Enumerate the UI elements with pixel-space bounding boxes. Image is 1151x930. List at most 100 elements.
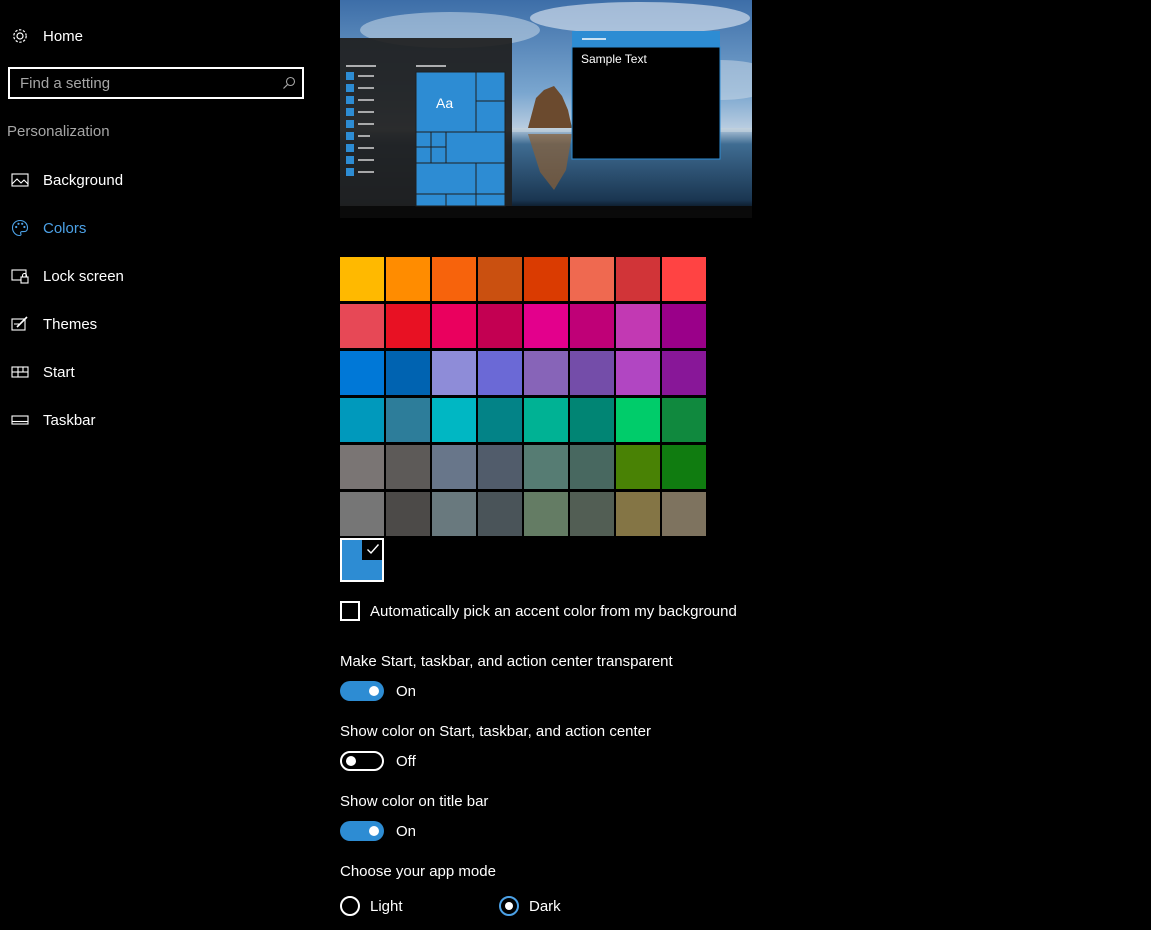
color-swatch[interactable] (432, 398, 476, 442)
transparency-label: Make Start, taskbar, and action center t… (340, 653, 673, 670)
search-input[interactable] (10, 69, 270, 97)
color-swatch[interactable] (570, 398, 614, 442)
color-swatch[interactable] (386, 257, 430, 301)
color-swatch[interactable] (524, 398, 568, 442)
color-swatch[interactable] (616, 304, 660, 348)
color-swatch[interactable] (432, 351, 476, 395)
dark-radio[interactable] (499, 896, 519, 916)
auto-accent-checkbox-row[interactable]: Automatically pick an accent color from … (340, 600, 737, 622)
preview-image (340, 0, 752, 218)
search-box[interactable] (8, 67, 304, 99)
sidebar: Home Personalization Background Colors (0, 0, 320, 930)
show-color-start-label: Show color on Start, taskbar, and action… (340, 723, 652, 740)
color-swatch[interactable] (432, 304, 476, 348)
color-swatch[interactable] (616, 257, 660, 301)
color-swatch[interactable] (570, 445, 614, 489)
color-swatch[interactable] (432, 257, 476, 301)
color-swatch[interactable] (524, 257, 568, 301)
color-swatch[interactable] (340, 304, 384, 348)
home-nav-item[interactable]: Home (11, 24, 83, 48)
preview-tile-text: Aa (436, 95, 454, 111)
app-mode-light-option[interactable]: Light (340, 895, 403, 917)
sidebar-item-taskbar[interactable]: Taskbar (11, 408, 96, 432)
show-color-start-toggle-row: Off (340, 751, 416, 771)
color-swatch[interactable] (478, 351, 522, 395)
preview-sample-text: Sample Text (581, 52, 647, 66)
title-bar-color-label: Show color on title bar (340, 793, 489, 810)
color-swatch[interactable] (570, 304, 614, 348)
sidebar-item-background[interactable]: Background (11, 168, 123, 192)
color-swatch[interactable] (524, 492, 568, 536)
transparency-toggle[interactable] (340, 681, 384, 701)
color-swatch[interactable] (662, 445, 706, 489)
color-swatch[interactable] (570, 492, 614, 536)
color-swatch[interactable] (478, 257, 522, 301)
selected-custom-color-swatch[interactable] (340, 538, 384, 582)
sidebar-item-label: Lock screen (43, 267, 124, 285)
theme-preview: Aa Sample Text (340, 0, 752, 218)
home-label: Home (43, 27, 84, 45)
color-swatch[interactable] (432, 445, 476, 489)
gear-icon (13, 29, 27, 43)
color-swatch[interactable] (662, 304, 706, 348)
color-swatch[interactable] (616, 398, 660, 442)
picture-icon (11, 173, 29, 187)
sidebar-item-label: Themes (43, 315, 98, 333)
color-swatch[interactable] (524, 445, 568, 489)
color-swatch[interactable] (340, 398, 384, 442)
color-swatch[interactable] (662, 398, 706, 442)
sidebar-item-colors[interactable]: Colors (11, 216, 86, 240)
color-swatch[interactable] (570, 257, 614, 301)
app-mode-dark-option[interactable]: Dark (499, 895, 561, 917)
color-swatch[interactable] (570, 351, 614, 395)
color-swatch[interactable] (478, 445, 522, 489)
color-swatch[interactable] (340, 445, 384, 489)
sidebar-item-themes[interactable]: Themes (11, 312, 97, 336)
auto-accent-label: Automatically pick an accent color from … (370, 602, 737, 620)
transparency-state: On (396, 682, 417, 700)
toggle-knob (369, 686, 379, 696)
color-swatch[interactable] (386, 351, 430, 395)
title-bar-color-state: On (396, 822, 417, 840)
color-swatch[interactable] (662, 492, 706, 536)
sidebar-item-label: Taskbar (43, 411, 96, 429)
transparency-toggle-row: On (340, 681, 416, 701)
color-swatch[interactable] (524, 304, 568, 348)
color-swatch[interactable] (386, 304, 430, 348)
palette-icon (11, 219, 29, 237)
taskbar-icon (11, 415, 29, 425)
title-bar-color-toggle-row: On (340, 821, 416, 841)
toggle-knob (369, 826, 379, 836)
color-swatch[interactable] (340, 351, 384, 395)
checkmark-icon (367, 544, 380, 555)
color-swatch[interactable] (662, 351, 706, 395)
color-swatch[interactable] (616, 492, 660, 536)
sidebar-item-start[interactable]: Start (11, 360, 75, 384)
color-swatch[interactable] (524, 351, 568, 395)
color-swatch[interactable] (478, 304, 522, 348)
app-mode-label: Choose your app mode (340, 863, 496, 880)
show-color-start-toggle[interactable] (340, 751, 384, 771)
color-swatch[interactable] (340, 257, 384, 301)
color-swatch[interactable] (616, 445, 660, 489)
color-swatch[interactable] (662, 257, 706, 301)
color-swatch[interactable] (432, 492, 476, 536)
sidebar-item-lock-screen[interactable]: Lock screen (11, 264, 124, 288)
color-swatch[interactable] (616, 351, 660, 395)
sidebar-item-label: Start (43, 363, 75, 381)
auto-accent-checkbox[interactable] (340, 601, 360, 621)
section-title: Personalization (7, 123, 110, 140)
search-icon[interactable] (282, 76, 296, 90)
color-swatch[interactable] (386, 492, 430, 536)
color-swatch[interactable] (340, 492, 384, 536)
title-bar-color-toggle[interactable] (340, 821, 384, 841)
sidebar-item-label: Colors (43, 219, 87, 237)
themes-icon (11, 316, 28, 331)
color-swatch[interactable] (386, 398, 430, 442)
light-radio[interactable] (340, 896, 360, 916)
color-swatch[interactable] (478, 492, 522, 536)
color-swatch[interactable] (478, 398, 522, 442)
light-label: Light (370, 897, 403, 915)
color-swatch[interactable] (386, 445, 430, 489)
radio-dot (505, 902, 513, 910)
